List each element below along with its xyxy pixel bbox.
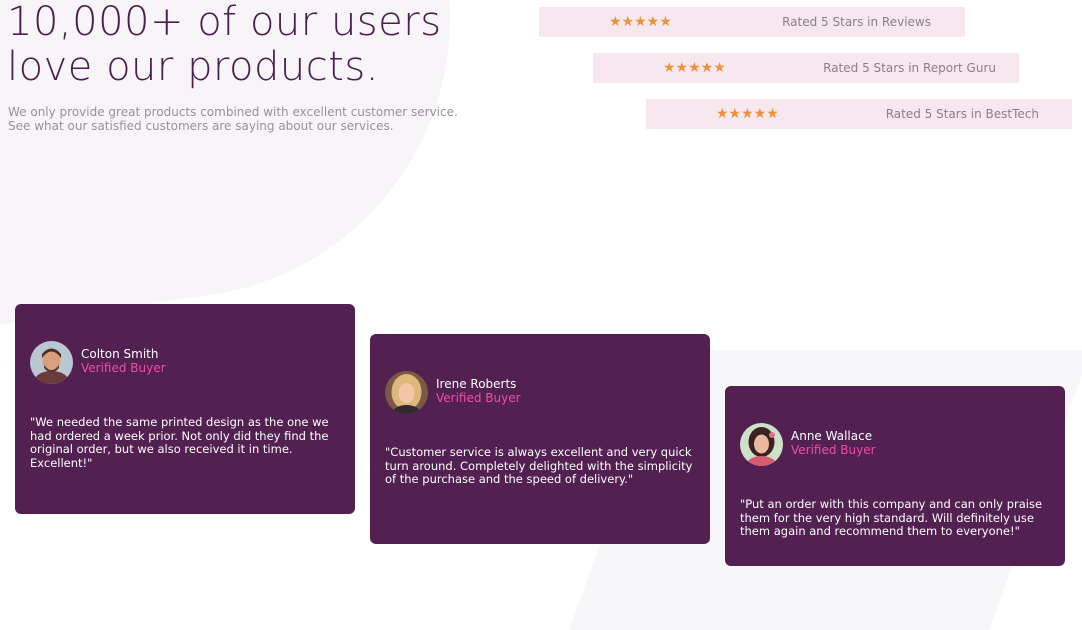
testimonial-card: Colton Smith Verified Buyer "We needed t… <box>15 304 355 514</box>
rating-label: Rated 5 Stars in BestTech <box>885 107 1039 121</box>
page-subtitle: We only provide great products combined … <box>8 105 478 133</box>
five-star-icon: ★★★★★ <box>716 106 779 122</box>
rating-label: Rated 5 Stars in Reviews <box>782 15 931 29</box>
testimonial-card: Irene Roberts Verified Buyer "Customer s… <box>370 334 710 544</box>
five-star-icon: ★★★★★ <box>609 14 672 30</box>
verified-buyer-badge: Verified Buyer <box>791 443 876 457</box>
avatar <box>740 423 783 466</box>
testimonial-quote: "Customer service is always excellent an… <box>385 445 693 486</box>
verified-buyer-badge: Verified Buyer <box>436 391 521 405</box>
rating-report-guru: ★★★★★ Rated 5 Stars in Report Guru <box>593 53 1019 83</box>
testimonial-quote: "Put an order with this company and can … <box>740 497 1043 538</box>
rating-reviews: ★★★★★ Rated 5 Stars in Reviews <box>539 7 965 37</box>
subtitle-line-1: We only provide great products combined … <box>8 105 458 119</box>
rating-label: Rated 5 Stars in Report Guru <box>823 61 996 75</box>
customer-name: Anne Wallace <box>791 429 873 443</box>
customer-name: Irene Roberts <box>436 377 517 391</box>
testimonial-quote: "We needed the same printed design as th… <box>30 415 329 470</box>
testimonial-card: Anne Wallace Verified Buyer "Put an orde… <box>725 386 1065 566</box>
rating-besttech: ★★★★★ Rated 5 Stars in BestTech <box>646 99 1072 129</box>
subtitle-line-2: See what our satisfied customers are say… <box>8 119 394 133</box>
five-star-icon: ★★★★★ <box>663 60 726 76</box>
customer-name: Colton Smith <box>81 347 159 361</box>
avatar <box>385 371 428 414</box>
avatar <box>30 341 73 384</box>
verified-buyer-badge: Verified Buyer <box>81 361 166 375</box>
page-title: 10,000+ of our users love our products. <box>7 0 442 90</box>
